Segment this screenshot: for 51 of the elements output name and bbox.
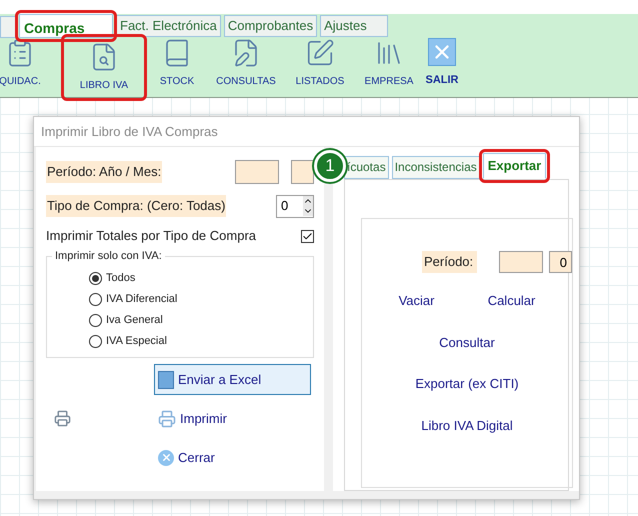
radio-icon[interactable] bbox=[89, 334, 102, 348]
close-icon bbox=[158, 450, 174, 466]
dialog-button[interactable]: Imprimir bbox=[154, 403, 311, 434]
toolbar-button[interactable]: SALIR bbox=[422, 38, 462, 92]
toolbar-button[interactable]: CONSULTAS bbox=[211, 38, 281, 93]
type-spinner[interactable]: 0 bbox=[276, 194, 314, 218]
radio-option[interactable]: IVA Especial bbox=[89, 332, 167, 350]
period-input[interactable] bbox=[499, 251, 543, 273]
year-input[interactable] bbox=[235, 160, 279, 184]
action-link[interactable]: Calcular bbox=[488, 291, 536, 310]
spin-arrows-icon[interactable] bbox=[303, 196, 313, 216]
radio-option[interactable]: Todos bbox=[89, 270, 136, 286]
toolbar-button[interactable]: EMPRESA bbox=[359, 38, 419, 93]
toolbar-button[interactable]: LIBRO IVA bbox=[65, 38, 143, 97]
dialog-button[interactable]: Enviar a Excel bbox=[154, 364, 311, 395]
field-label: Período: Año / Mes: bbox=[46, 161, 162, 183]
dialog-button[interactable]: Cerrar bbox=[154, 442, 311, 473]
close-icon bbox=[428, 38, 456, 66]
action-link[interactable]: Vaciar bbox=[398, 291, 434, 310]
ribbon-tab[interactable]: Ajustes bbox=[320, 14, 388, 37]
pen-icon bbox=[305, 38, 335, 68]
group-title: Imprimir solo con IVA: bbox=[54, 249, 163, 264]
ribbon-tab[interactable]: Comprobantes bbox=[224, 14, 318, 37]
dialog-tab[interactable]: ícuotas bbox=[344, 156, 389, 178]
ribbon-tab[interactable]: Fact. Electrónica bbox=[116, 14, 221, 37]
checkbox-label: Imprimir Totales por Tipo de Compra bbox=[46, 227, 256, 246]
action-link[interactable]: Libro IVA Digital bbox=[421, 416, 513, 435]
field-label: Período: bbox=[422, 251, 477, 273]
step-badge: 1 bbox=[314, 150, 346, 182]
totals-checkbox[interactable] bbox=[301, 230, 314, 242]
dialog-title: Imprimir Libro de IVA Compras bbox=[41, 122, 218, 141]
action-link[interactable]: Exportar (ex CITI) bbox=[415, 374, 519, 394]
month-input[interactable] bbox=[291, 160, 314, 184]
radio-icon[interactable] bbox=[89, 272, 102, 284]
spreadsheet-icon bbox=[158, 370, 174, 388]
printer-icon bbox=[158, 410, 176, 428]
dialog-tab[interactable]: Exportar bbox=[482, 153, 546, 179]
tab-stub[interactable] bbox=[0, 16, 16, 38]
field-label: Tipo de Compra: (Cero: Todas) bbox=[46, 195, 226, 217]
printer-icon[interactable] bbox=[54, 410, 71, 427]
toolbar-button[interactable]: QUIDAC. bbox=[0, 38, 40, 93]
radio-option[interactable]: Iva General bbox=[89, 312, 163, 328]
radio-icon[interactable] bbox=[89, 314, 102, 326]
action-link[interactable]: Consultar bbox=[439, 332, 495, 352]
dialog-tab[interactable]: Inconsistencias bbox=[392, 156, 480, 178]
toolbar-button[interactable]: LISTADOS bbox=[284, 38, 356, 93]
toolbar-button[interactable]: STOCK bbox=[146, 38, 208, 93]
ribbon-tab[interactable]: Compras bbox=[19, 14, 113, 38]
period-number-input[interactable]: 0 bbox=[549, 251, 572, 273]
radio-icon[interactable] bbox=[89, 292, 102, 306]
radio-option[interactable]: IVA Diferencial bbox=[89, 290, 178, 308]
